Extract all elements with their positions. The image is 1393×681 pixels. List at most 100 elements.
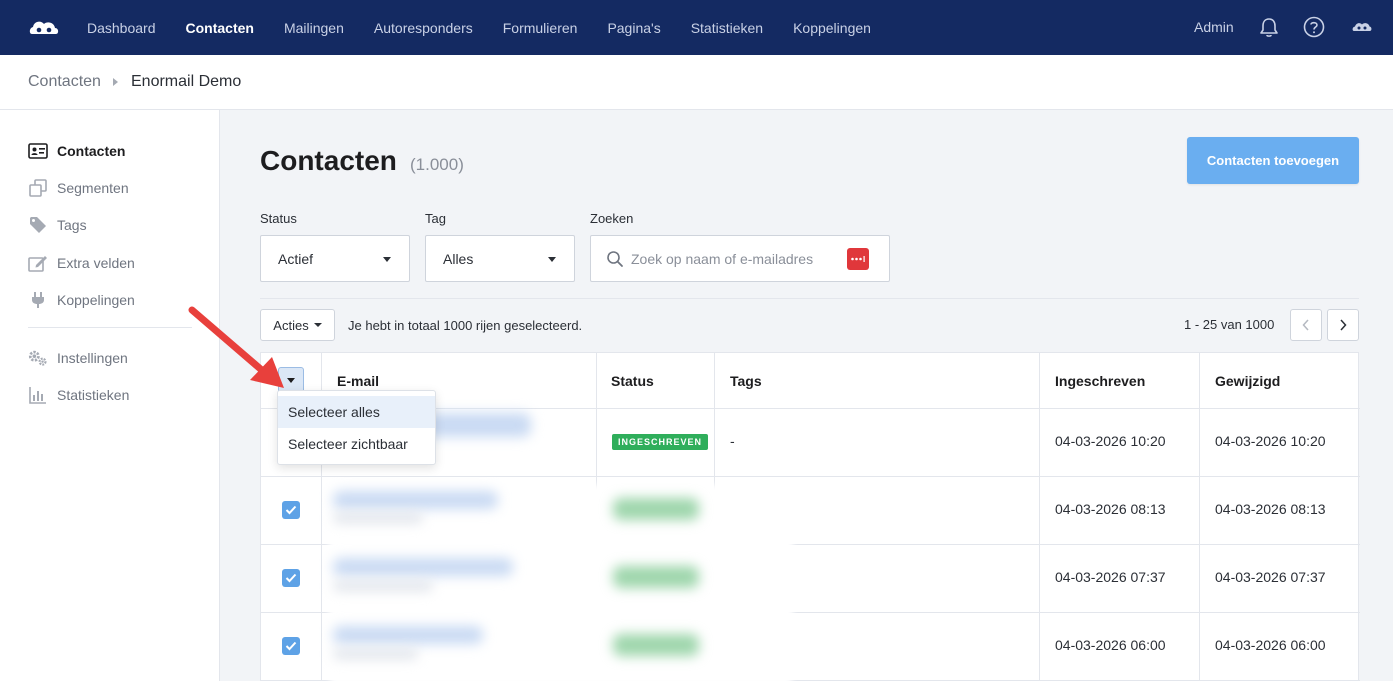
sidebar-item-label: Tags <box>57 217 87 233</box>
column-header-status[interactable]: Status <box>611 353 654 409</box>
sidebar-item-label: Koppelingen <box>57 292 135 308</box>
nav-contacten[interactable]: Contacten <box>186 20 254 36</box>
chevron-left-icon <box>1302 319 1309 331</box>
gears-icon <box>28 349 48 367</box>
column-header-gewijzigd[interactable]: Gewijzigd <box>1215 353 1280 409</box>
modified-date: 04-03-2026 07:37 <box>1215 569 1326 585</box>
redacted-status <box>613 498 699 520</box>
annotation-arrow-icon <box>188 306 284 388</box>
search-label: Zoeken <box>590 211 634 226</box>
select-dropdown-menu: Selecteer alles Selecteer zichtbaar <box>277 390 436 465</box>
menu-item-select-all[interactable]: Selecteer alles <box>278 396 435 428</box>
redacted-name <box>333 649 418 659</box>
nav-menu: Dashboard Contacten Mailingen Autorespon… <box>87 0 901 55</box>
admin-menu[interactable]: Admin <box>1194 19 1234 35</box>
sidebar-item-contacten[interactable]: Contacten <box>28 141 125 161</box>
column-divider <box>1199 353 1200 681</box>
sidebar-item-label: Instellingen <box>57 350 128 366</box>
logo-icon[interactable] <box>28 16 60 38</box>
subscribed-date: 04-03-2026 07:37 <box>1055 569 1166 585</box>
sidebar-item-label: Contacten <box>57 143 126 159</box>
check-icon <box>285 641 297 651</box>
subscribed-date: 04-03-2026 08:13 <box>1055 501 1166 517</box>
modified-date: 04-03-2026 10:20 <box>1215 433 1326 449</box>
nav-autoresponders[interactable]: Autoresponders <box>374 20 473 36</box>
search-input[interactable] <box>631 248 831 270</box>
status-select-value: Actief <box>278 251 314 267</box>
row-checkbox[interactable] <box>282 637 300 655</box>
redacted-name <box>333 513 423 523</box>
nav-statistieken[interactable]: Statistieken <box>691 20 763 36</box>
check-icon <box>285 573 297 583</box>
sidebar-item-instellingen[interactable]: Instellingen <box>28 348 128 368</box>
breadcrumb-current: Enormail Demo <box>131 73 242 90</box>
menu-item-select-visible[interactable]: Selecteer zichtbaar <box>278 428 435 460</box>
account-icon[interactable] <box>1351 16 1373 38</box>
column-header-tags[interactable]: Tags <box>730 353 762 409</box>
breadcrumb-contacten[interactable]: Contacten <box>28 73 101 91</box>
nav-mailingen[interactable]: Mailingen <box>284 20 344 36</box>
sidebar-item-label: Extra velden <box>57 255 135 271</box>
breadcrumb: Contacten Enormail Demo <box>0 55 1393 110</box>
segments-icon <box>28 179 48 197</box>
column-divider <box>1039 353 1040 681</box>
status-badge: INGESCHREVEN <box>612 434 709 450</box>
bar-chart-icon <box>28 386 48 404</box>
row-checkbox[interactable] <box>282 501 300 519</box>
page-title: Contacten <box>260 145 397 176</box>
subscribed-date: 04-03-2026 10:20 <box>1055 433 1166 449</box>
redacted-email <box>333 626 483 644</box>
sidebar-item-extra-velden[interactable]: Extra velden <box>28 253 135 273</box>
redacted-email <box>333 491 498 509</box>
tag-select-value: Alles <box>443 251 474 267</box>
nav-formulieren[interactable]: Formulieren <box>503 20 578 36</box>
chevron-down-icon <box>548 257 556 262</box>
sidebar-item-tags[interactable]: Tags <box>28 215 87 235</box>
password-manager-icon[interactable] <box>847 248 869 270</box>
top-navigation: Dashboard Contacten Mailingen Autorespon… <box>0 0 1393 55</box>
sidebar-item-koppelingen[interactable]: Koppelingen <box>28 290 135 310</box>
chevron-right-icon <box>1340 319 1347 331</box>
subscribed-date: 04-03-2026 06:00 <box>1055 637 1166 653</box>
nav-koppelingen[interactable]: Koppelingen <box>793 20 871 36</box>
sidebar-item-label: Statistieken <box>57 387 130 403</box>
sidebar-item-segmenten[interactable]: Segmenten <box>28 178 129 198</box>
tag-icon <box>28 216 48 234</box>
row-divider <box>261 476 1360 477</box>
sidebar-item-statistieken[interactable]: Statistieken <box>28 385 129 405</box>
redacted-email <box>333 558 513 576</box>
nav-dashboard[interactable]: Dashboard <box>87 20 156 36</box>
redacted-status <box>613 634 699 656</box>
chevron-down-icon <box>313 323 322 327</box>
pagination-info: 1 - 25 van 1000 <box>1184 317 1275 332</box>
add-contacts-button[interactable]: Contacten toevoegen <box>1187 137 1359 184</box>
plug-icon <box>28 291 48 309</box>
bell-icon[interactable] <box>1258 16 1280 38</box>
status-select[interactable]: Actief <box>260 235 410 282</box>
help-icon[interactable] <box>1303 16 1325 38</box>
search-icon <box>607 251 623 267</box>
chevron-down-icon <box>383 257 391 262</box>
tag-filter-label: Tag <box>425 211 446 226</box>
tags-cell: - <box>730 433 735 449</box>
status-filter-label: Status <box>260 211 297 226</box>
sidebar-divider <box>28 327 192 328</box>
modified-date: 04-03-2026 08:13 <box>1215 501 1326 517</box>
modified-date: 04-03-2026 06:00 <box>1215 637 1326 653</box>
row-checkbox[interactable] <box>282 569 300 587</box>
breadcrumb-separator-icon <box>113 78 118 86</box>
section-divider <box>260 298 1359 299</box>
column-header-ingeschreven[interactable]: Ingeschreven <box>1055 353 1145 409</box>
sidebar-item-label: Segmenten <box>57 180 129 196</box>
redacted-name <box>333 581 433 591</box>
tag-select[interactable]: Alles <box>425 235 575 282</box>
next-page-button[interactable] <box>1327 309 1359 341</box>
redacted-status <box>613 566 699 588</box>
check-icon <box>285 505 297 515</box>
selection-info: Je hebt in totaal 1000 rijen geselecteer… <box>348 318 583 333</box>
contact-card-icon <box>28 142 48 160</box>
contact-count: (1.000) <box>410 155 464 174</box>
search-box <box>590 235 890 282</box>
nav-paginas[interactable]: Pagina's <box>607 20 660 36</box>
previous-page-button[interactable] <box>1290 309 1322 341</box>
